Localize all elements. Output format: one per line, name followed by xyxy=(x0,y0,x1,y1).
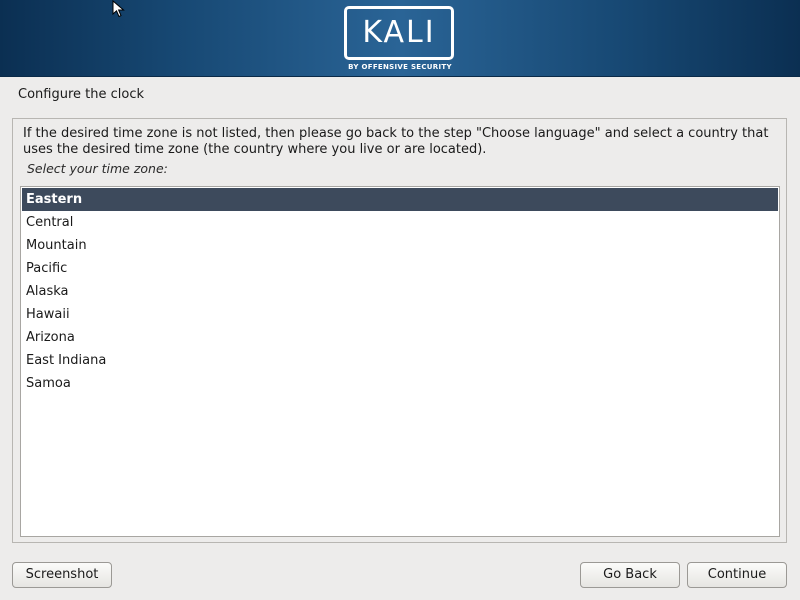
timezone-prompt: Select your time zone: xyxy=(27,161,168,176)
content-frame: If the desired time zone is not listed, … xyxy=(12,118,787,543)
header-banner: KALI BY OFFENSIVE SECURITY xyxy=(0,0,800,77)
installer-window: KALI BY OFFENSIVE SECURITY Configure the… xyxy=(0,0,800,600)
timezone-item[interactable]: Hawaii xyxy=(22,303,778,326)
logo-text: KALI xyxy=(362,15,436,50)
step-title: Configure the clock xyxy=(18,87,144,102)
timezone-item[interactable]: Eastern xyxy=(22,188,778,211)
timezone-item[interactable]: Samoa xyxy=(22,372,778,395)
timezone-item[interactable]: East Indiana xyxy=(22,349,778,372)
go-back-button[interactable]: Go Back xyxy=(580,562,680,588)
screenshot-button[interactable]: Screenshot xyxy=(12,562,112,588)
timezone-item[interactable]: Pacific xyxy=(22,257,778,280)
timezone-item[interactable]: Arizona xyxy=(22,326,778,349)
timezone-item[interactable]: Central xyxy=(22,211,778,234)
continue-button[interactable]: Continue xyxy=(687,562,787,588)
help-text: If the desired time zone is not listed, … xyxy=(23,126,769,157)
timezone-item[interactable]: Mountain xyxy=(22,234,778,257)
mouse-pointer-icon xyxy=(112,0,125,18)
timezone-item[interactable]: Alaska xyxy=(22,280,778,303)
kali-logo: KALI xyxy=(344,6,454,60)
logo-subtitle: BY OFFENSIVE SECURITY xyxy=(348,63,452,71)
timezone-list[interactable]: Eastern Central Mountain Pacific Alaska Hawai… xyxy=(20,186,780,537)
